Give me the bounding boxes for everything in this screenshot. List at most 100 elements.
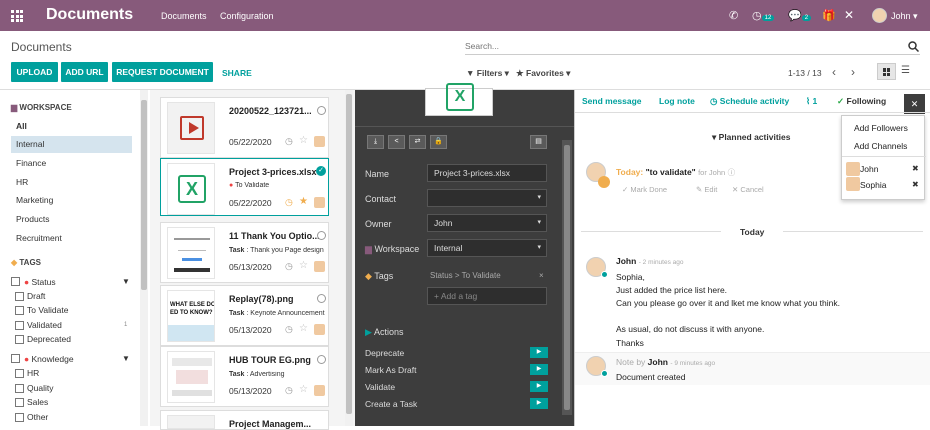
kanban-view-button[interactable] [877, 63, 896, 80]
tag-other[interactable]: Other [27, 412, 48, 422]
caret-down-icon[interactable]: ▼ [122, 354, 130, 363]
document-card[interactable]: HUB TOUR EG.png Task : Advertising 05/13… [160, 346, 329, 407]
add-tag-field[interactable]: + Add a tag [427, 287, 547, 305]
clock-icon[interactable]: ◷ [285, 261, 293, 272]
app-brand[interactable]: Documents [46, 6, 133, 24]
planned-activities-header[interactable]: ▾ Planned activities [712, 132, 790, 143]
inspector-scrollbar-thumb[interactable] [564, 145, 570, 410]
workspace-internal[interactable]: Internal [11, 136, 132, 153]
search-bar[interactable] [465, 39, 920, 55]
note-author[interactable]: John [648, 357, 668, 367]
favorite-star-icon[interactable]: ★ [299, 196, 308, 207]
messaging-icon[interactable]: 💬 2 [788, 9, 812, 22]
clock-icon[interactable]: ◷ [285, 324, 293, 335]
workspace-marketing[interactable]: Marketing [11, 192, 132, 209]
preview-thumbnail[interactable]: X [425, 83, 493, 116]
activity-clock-icon[interactable]: ◷ 12 [752, 9, 775, 22]
pager-next-icon[interactable]: › [851, 65, 855, 79]
replace-icon[interactable]: ⇄ [409, 135, 426, 149]
remove-tag-icon[interactable]: × [539, 271, 544, 280]
send-message-button[interactable]: Send message [582, 96, 642, 106]
name-field[interactable]: Project 3-prices.xlsx [427, 164, 547, 182]
phone-icon[interactable]: ✆ [729, 9, 738, 22]
caret-down-icon[interactable]: ▾ [537, 190, 541, 206]
workspace-hr[interactable]: HR [11, 174, 132, 191]
owner-field[interactable]: John ▾ [427, 214, 547, 232]
status-checkbox[interactable] [11, 277, 20, 286]
contact-field[interactable]: ▾ [427, 189, 547, 207]
caret-down-icon[interactable]: ▼ [122, 277, 130, 286]
run-action-icon[interactable]: ▶ [530, 381, 548, 392]
upload-button[interactable]: UPLOAD [11, 62, 58, 82]
clock-icon[interactable]: ◷ [285, 136, 293, 147]
mark-done-button[interactable]: ✓ Mark Done [622, 185, 667, 194]
clock-icon[interactable]: ◷ [285, 197, 293, 208]
workspace-field[interactable]: Internal ▾ [427, 239, 547, 257]
share-button[interactable]: SHARE [222, 68, 252, 78]
tag-quality[interactable]: Quality [27, 383, 53, 393]
quality-checkbox[interactable] [15, 384, 24, 393]
document-card[interactable]: 11 Thank You Optio... Task : Thank you P… [160, 222, 329, 283]
log-note-button[interactable]: Log note [659, 96, 695, 106]
selected-check-icon[interactable]: ✓ [316, 166, 326, 176]
select-circle[interactable] [317, 231, 326, 240]
document-card[interactable]: 20200522_123721... 05/22/2020 ◷ ☆ [160, 97, 329, 158]
workspace-all[interactable]: All [11, 118, 132, 135]
cancel-button[interactable]: ✕ Cancel [732, 185, 764, 194]
action-create-task[interactable]: Create a Task [365, 399, 417, 409]
tag-sales[interactable]: Sales [27, 397, 48, 407]
pager-value[interactable]: 1-13 / 13 [788, 68, 822, 78]
favorite-star-icon[interactable]: ☆ [299, 323, 308, 334]
user-avatar[interactable] [872, 8, 887, 23]
menu-configuration[interactable]: Configuration [220, 11, 274, 21]
knowledge-checkbox[interactable] [11, 354, 20, 363]
remove-follower-icon[interactable]: ✖ [912, 180, 919, 189]
tag-draft[interactable]: Draft [27, 291, 45, 301]
caret-down-icon[interactable]: ▾ [537, 240, 541, 256]
menu-documents[interactable]: Documents [161, 11, 207, 21]
followers-toggle[interactable]: ✕ [904, 94, 925, 114]
lock-icon[interactable]: 🔒 [430, 135, 447, 149]
document-card-selected[interactable]: X Project 3-prices.xlsx ✓ ● To Validate … [160, 158, 329, 216]
to-validate-checkbox[interactable] [15, 306, 24, 315]
gift-icon[interactable]: 🎁 [822, 9, 836, 22]
tag-deprecated[interactable]: Deprecated [27, 334, 71, 344]
workspace-recruitment[interactable]: Recruitment [11, 230, 132, 247]
info-icon[interactable]: ⓘ [728, 168, 736, 177]
tag-hr[interactable]: HR [27, 368, 39, 378]
tag-to-validate[interactable]: To Validate [27, 305, 68, 315]
sales-checkbox[interactable] [15, 398, 24, 407]
apps-menu-icon[interactable] [11, 10, 23, 22]
add-url-button[interactable]: ADD URL [61, 62, 108, 82]
download-icon[interactable]: ⤓ [367, 135, 384, 149]
schedule-activity-button[interactable]: ◷ Schedule activity [710, 96, 789, 107]
hr-checkbox[interactable] [15, 369, 24, 378]
scrollbar-thumb[interactable] [141, 100, 147, 290]
kanban-scrollbar-thumb[interactable] [346, 94, 352, 414]
scrollbar[interactable] [140, 90, 148, 426]
run-action-icon[interactable]: ▶ [530, 398, 548, 409]
document-card[interactable]: Project Managem... [160, 410, 329, 430]
draft-checkbox[interactable] [15, 292, 24, 301]
attachments-button[interactable]: ⌇ 1 [806, 96, 817, 107]
add-followers-item[interactable]: Add Followers [854, 123, 908, 133]
following-button[interactable]: ✓ Following [837, 96, 886, 107]
favorites-dropdown[interactable]: ★ Favorites ▾ [516, 68, 570, 79]
run-action-icon[interactable]: ▶ [530, 347, 548, 358]
edit-button[interactable]: ✎ Edit [696, 185, 717, 194]
action-validate[interactable]: Validate [365, 382, 395, 392]
follower-sophia[interactable]: Sophia [860, 180, 886, 190]
tag-validated[interactable]: Validated [27, 320, 62, 330]
tools-icon[interactable]: ✕ [844, 8, 854, 22]
follower-john[interactable]: John [860, 164, 878, 174]
run-action-icon[interactable]: ▶ [530, 364, 548, 375]
request-document-button[interactable]: REQUEST DOCUMENT [112, 62, 213, 82]
deprecated-checkbox[interactable] [15, 335, 24, 344]
archive-icon[interactable]: ▤ [530, 135, 547, 149]
search-icon[interactable] [908, 41, 919, 52]
other-checkbox[interactable] [15, 413, 24, 422]
document-card[interactable]: WHAT ELSE DO ED TO KNOW? Replay(78).png … [160, 285, 329, 346]
workspace-finance[interactable]: Finance [11, 155, 132, 172]
filters-dropdown[interactable]: ▼ Filters ▾ [466, 68, 509, 79]
select-circle[interactable] [317, 106, 326, 115]
